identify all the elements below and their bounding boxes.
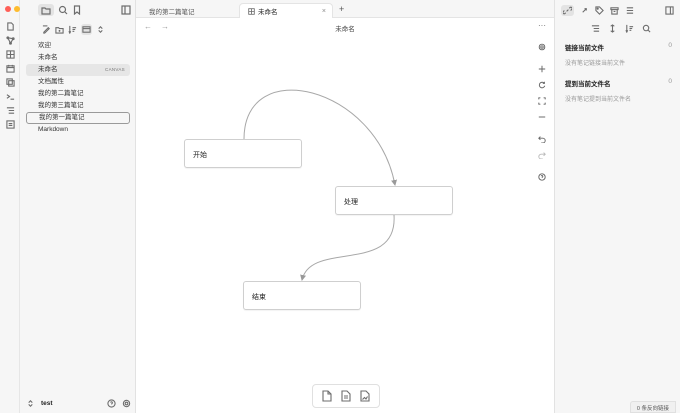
file-name: 未命名 (38, 66, 58, 73)
list-icon[interactable] (625, 6, 634, 15)
left-ribbon (0, 0, 29, 413)
sort-icon[interactable] (68, 25, 77, 34)
file-type-badge: CANVAS (105, 67, 125, 72)
linked-mentions-section: 链接当前文件 0 没有笔记链接当前文件 (565, 42, 672, 67)
chevron-expand-icon[interactable] (96, 25, 105, 34)
new-folder-icon[interactable] (55, 25, 64, 34)
more-options-icon[interactable]: ··· (538, 21, 546, 30)
slides-icon[interactable] (5, 120, 15, 129)
files-folder-icon[interactable] (38, 4, 54, 16)
collapse-results-icon[interactable] (591, 24, 600, 33)
new-tab-icon[interactable]: + (339, 4, 344, 14)
file-item-focused[interactable]: 我的第一篇笔记 (26, 112, 130, 124)
outline-icon[interactable] (6, 106, 15, 115)
vault-switcher-icon[interactable] (26, 399, 35, 408)
tab-untitled-canvas[interactable]: 未命名 × (239, 3, 333, 18)
file-name: 我的第二篇笔记 (38, 90, 84, 97)
canvas-node-process[interactable]: 处理 (335, 186, 453, 215)
file-name: Markdown (38, 126, 68, 133)
zoom-to-fit-icon[interactable] (535, 94, 549, 108)
edge-start-to-process (243, 89, 398, 186)
file-explorer-sidebar: 欢迎 未命名 未命名 CANVAS 文档属性 我的第二篇笔记 我的第三篇笔记 我的… (20, 0, 136, 413)
close-window-button[interactable] (5, 6, 11, 12)
section-empty-text: 没有笔记提到当前文件名 (565, 97, 632, 103)
file-name: 我的第三篇笔记 (38, 102, 84, 109)
canvas-area[interactable]: 开始 处理 结束 (136, 35, 554, 413)
section-count: 0 (668, 78, 672, 85)
section-count: 0 (668, 42, 672, 49)
undo-icon[interactable] (535, 132, 549, 146)
canvas-help-icon[interactable] (535, 170, 549, 184)
file-item[interactable]: 欢迎 (26, 40, 130, 52)
vault-name[interactable]: test (41, 400, 53, 407)
file-list: 欢迎 未命名 未命名 CANVAS 文档属性 我的第二篇笔记 我的第三篇笔记 我的… (26, 40, 130, 136)
view-title[interactable]: 未命名 (136, 23, 554, 33)
zoom-in-icon[interactable] (535, 62, 549, 76)
zoom-out-icon[interactable] (535, 110, 549, 124)
new-note-icon[interactable] (6, 22, 15, 31)
view-header: ← → 未命名 ··· (136, 19, 554, 35)
terminal-icon[interactable] (6, 92, 15, 101)
file-item[interactable]: 我的第二篇笔记 (26, 88, 130, 100)
help-icon[interactable] (107, 398, 116, 408)
canvas-node-end[interactable]: 结束 (243, 281, 361, 310)
canvas-node-start[interactable]: 开始 (184, 139, 302, 168)
unlinked-mentions-section: 提到当前文件名 0 没有笔记提到当前文件名 (565, 78, 672, 103)
file-item[interactable]: 我的第三篇笔记 (26, 100, 130, 112)
status-bar-backlinks[interactable]: 0 条反向链接 (629, 401, 676, 413)
redo-icon[interactable] (535, 148, 549, 162)
graph-view-icon[interactable] (5, 36, 15, 45)
file-item[interactable]: 文档属性 (26, 76, 130, 88)
sidebar-toggle-icon[interactable] (121, 5, 131, 15)
add-card-icon[interactable] (321, 390, 333, 402)
add-media-icon[interactable] (359, 390, 371, 402)
node-text: 处理 (344, 199, 358, 206)
file-name: 欢迎 (38, 42, 51, 49)
tags-icon[interactable] (595, 5, 604, 15)
edge-process-to-end (300, 214, 395, 281)
tab-my-second-note[interactable]: 我的第二篇笔记 (141, 3, 239, 18)
right-sidebar: 链接当前文件 0 没有笔记链接当前文件 提到当前文件名 0 没有笔记提到当前文件… (554, 0, 680, 413)
tab-close-icon[interactable]: × (322, 8, 326, 15)
section-title[interactable]: 提到当前文件名 (565, 78, 672, 88)
backlinks-icon[interactable] (561, 4, 574, 16)
tab-bar: 我的第二篇笔记 未命名 × + (136, 0, 554, 18)
file-item-active[interactable]: 未命名 CANVAS (26, 64, 130, 76)
show-more-context-icon[interactable] (608, 24, 617, 33)
bookmark-icon[interactable] (72, 5, 82, 15)
section-title[interactable]: 链接当前文件 (565, 42, 672, 52)
search-icon[interactable] (58, 5, 68, 15)
add-note-icon[interactable] (340, 390, 352, 402)
canvas-controls (534, 40, 550, 186)
node-text: 开始 (193, 152, 207, 159)
section-empty-text: 没有笔记链接当前文件 (565, 61, 626, 67)
templates-icon[interactable] (5, 78, 15, 87)
file-item[interactable]: 未命名 (26, 52, 130, 64)
canvas-add-toolbar (312, 384, 380, 408)
right-sidebar-toggle-icon[interactable] (665, 5, 674, 15)
archive-icon[interactable] (610, 6, 619, 15)
canvas-icon[interactable] (5, 50, 15, 59)
calendar-icon[interactable] (5, 64, 15, 73)
file-name: 未命名 (38, 54, 58, 61)
node-text: 结束 (252, 294, 266, 301)
canvas-settings-icon[interactable] (535, 40, 549, 54)
canvas-tab-icon (248, 7, 255, 15)
file-name: 文档属性 (38, 78, 64, 85)
new-note-icon[interactable] (42, 25, 51, 34)
sort-icon[interactable] (625, 24, 634, 33)
search-filter-icon[interactable] (642, 24, 651, 33)
outgoing-links-icon[interactable] (580, 6, 589, 15)
file-item[interactable]: Markdown (26, 124, 130, 136)
tab-label: 未命名 (258, 9, 278, 16)
file-name: 我的第一篇笔记 (39, 114, 85, 121)
settings-gear-icon[interactable] (122, 399, 131, 408)
reset-zoom-icon[interactable] (535, 78, 549, 92)
canvas-edges (243, 89, 398, 281)
tab-label: 我的第二篇笔记 (149, 8, 195, 16)
collapse-all-icon[interactable] (81, 24, 92, 35)
